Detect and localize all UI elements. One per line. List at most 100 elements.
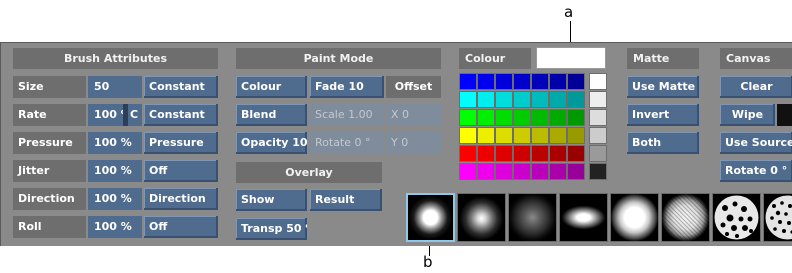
palette-swatch[interactable] [495, 73, 513, 90]
palette-swatch[interactable] [513, 73, 531, 90]
offset-y-field[interactable]: Y 0 [386, 132, 441, 154]
both-button[interactable]: Both [627, 132, 699, 154]
palette-swatch[interactable] [567, 145, 585, 162]
jitter-label: Jitter [13, 160, 86, 182]
scale-field[interactable]: Scale 1.00 [310, 104, 384, 126]
grey-swatch[interactable] [589, 145, 607, 162]
palette-swatch[interactable] [477, 109, 495, 126]
rate-field[interactable]: 100 % [88, 104, 126, 126]
wipe-button[interactable]: Wipe [720, 104, 775, 126]
wipe-colour-swatch[interactable] [777, 104, 792, 126]
jitter-mode-button[interactable]: Off [144, 160, 218, 182]
palette-swatch[interactable] [567, 91, 585, 108]
grey-swatch[interactable] [589, 127, 607, 144]
palette-swatch[interactable] [549, 145, 567, 162]
current-colour-swatch[interactable] [536, 47, 606, 69]
palette-swatch[interactable] [549, 163, 567, 180]
palette-swatch[interactable] [531, 109, 549, 126]
palette-swatch[interactable] [513, 91, 531, 108]
transp-field[interactable]: Transp 50 % [236, 218, 307, 240]
palette-swatch[interactable] [477, 127, 495, 144]
brush-preset-cell-texture-fine[interactable] [763, 193, 792, 242]
brush-preset-soft-airbrush[interactable] [457, 193, 506, 242]
palette-swatch[interactable] [513, 145, 531, 162]
palette-swatch[interactable] [495, 127, 513, 144]
canvas-rotate-field[interactable]: Rotate 0 ° [720, 160, 792, 182]
palette-swatch[interactable] [549, 91, 567, 108]
palette-swatch[interactable] [567, 127, 585, 144]
use-matte-button[interactable]: Use Matte [627, 76, 699, 98]
palette-swatch[interactable] [459, 145, 477, 162]
size-mode-button[interactable]: Constant [144, 76, 218, 98]
palette-swatch[interactable] [567, 109, 585, 126]
rate-extra[interactable]: C [128, 104, 142, 126]
direction-field[interactable]: 100 % [88, 188, 142, 210]
palette-swatch[interactable] [477, 73, 495, 90]
rotate-field[interactable]: Rotate 0 ° [310, 132, 384, 154]
callout-a: a [564, 3, 574, 21]
clear-button[interactable]: Clear [720, 76, 792, 98]
palette-swatch[interactable] [567, 73, 585, 90]
colour-palette[interactable] [459, 73, 609, 189]
brush-preset-soft-round-small[interactable] [406, 193, 455, 242]
grey-swatch[interactable] [589, 73, 607, 90]
brush-preset-oval-soft[interactable] [559, 193, 608, 242]
offset-x-field[interactable]: X 0 [386, 104, 441, 126]
rate-mode-button[interactable]: Constant [144, 104, 218, 126]
colour-mode-button[interactable]: Colour [236, 76, 307, 98]
brush-preset-large-soft[interactable] [610, 193, 659, 242]
palette-swatch[interactable] [513, 127, 531, 144]
canvas-header: Canvas [720, 48, 792, 69]
show-button[interactable]: Show [236, 189, 307, 211]
palette-swatch[interactable] [531, 145, 549, 162]
palette-swatch[interactable] [531, 73, 549, 90]
palette-swatch[interactable] [531, 163, 549, 180]
pressure-field[interactable]: 100 % [88, 132, 142, 154]
palette-swatch[interactable] [495, 145, 513, 162]
grey-swatch[interactable] [589, 91, 607, 108]
brush-preset-diffuse-spray[interactable] [508, 193, 557, 242]
grey-swatch[interactable] [589, 163, 607, 180]
size-field[interactable]: 50 [88, 76, 142, 98]
palette-swatch[interactable] [459, 73, 477, 90]
direction-mode-button[interactable]: Direction [144, 188, 218, 210]
palette-swatch[interactable] [531, 127, 549, 144]
brush-attributes-header: Brush Attributes [13, 48, 218, 69]
use-source-button[interactable]: Use Source [720, 132, 792, 154]
palette-swatch[interactable] [495, 163, 513, 180]
palette-swatch[interactable] [477, 163, 495, 180]
opacity-field[interactable]: Opacity 100 [236, 132, 307, 154]
direction-label: Direction [13, 188, 86, 210]
palette-swatch[interactable] [549, 127, 567, 144]
palette-swatch[interactable] [459, 109, 477, 126]
palette-swatch[interactable] [513, 163, 531, 180]
palette-swatch[interactable] [459, 91, 477, 108]
brush-preset-cell-texture[interactable] [712, 193, 761, 242]
palette-swatch[interactable] [495, 109, 513, 126]
overlay-header: Overlay [236, 162, 382, 183]
palette-swatch[interactable] [549, 109, 567, 126]
palette-swatch[interactable] [513, 109, 531, 126]
matte-header: Matte [627, 48, 699, 69]
blend-button[interactable]: Blend [236, 104, 307, 126]
invert-button[interactable]: Invert [627, 104, 699, 126]
palette-swatch[interactable] [495, 91, 513, 108]
palette-swatch[interactable] [567, 163, 585, 180]
roll-field[interactable]: 100 % [88, 216, 142, 238]
palette-swatch[interactable] [477, 145, 495, 162]
brush-preset-noise-splatter[interactable] [661, 193, 710, 242]
grey-swatch[interactable] [589, 109, 607, 126]
palette-swatch[interactable] [549, 73, 567, 90]
result-button[interactable]: Result [310, 189, 382, 211]
palette-swatch[interactable] [531, 91, 549, 108]
roll-mode-button[interactable]: Off [144, 216, 218, 238]
palette-swatch[interactable] [459, 163, 477, 180]
fade-button[interactable]: Fade 10 [310, 76, 384, 98]
palette-swatch[interactable] [459, 127, 477, 144]
jitter-field[interactable]: 100 % [88, 160, 142, 182]
offset-label: Offset [386, 76, 441, 98]
pressure-label: Pressure [13, 132, 86, 154]
palette-swatch[interactable] [477, 91, 495, 108]
colour-header: Colour [459, 48, 531, 69]
pressure-mode-button[interactable]: Pressure [144, 132, 218, 154]
